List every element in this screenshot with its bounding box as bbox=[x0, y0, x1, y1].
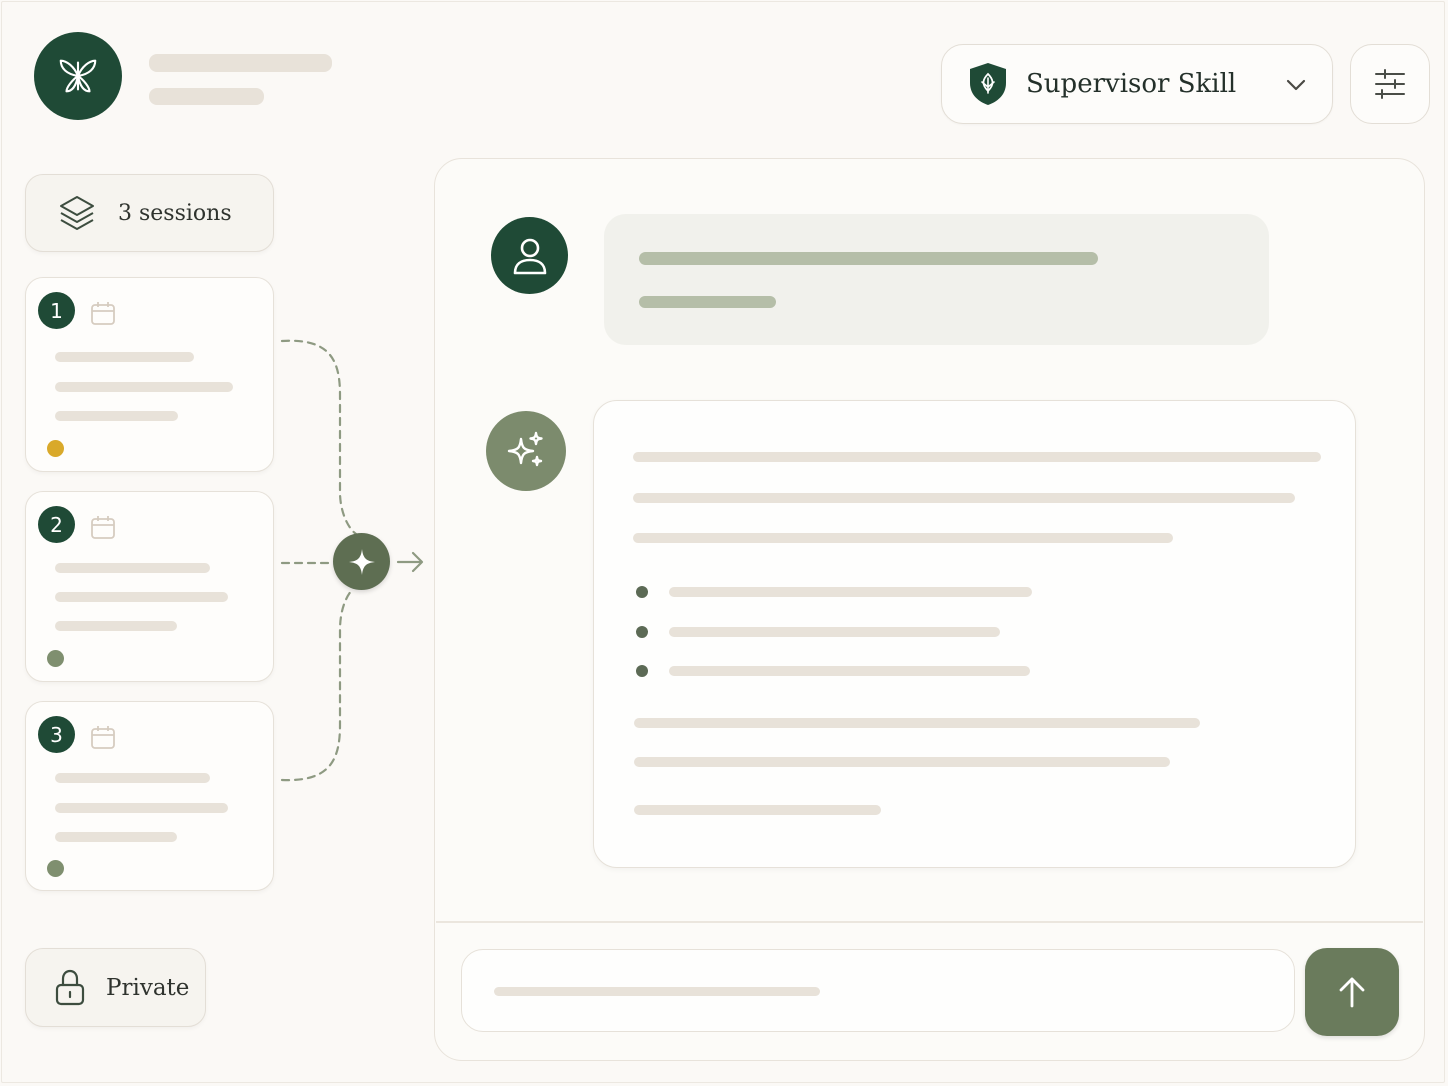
session-number-badge: 3 bbox=[38, 716, 75, 753]
calendar-icon bbox=[91, 726, 115, 749]
skill-select-label: Supervisor Skill bbox=[1026, 69, 1237, 99]
user-avatar bbox=[491, 217, 568, 294]
text-placeholder bbox=[55, 832, 177, 842]
sessions-summary[interactable]: 3 sessions bbox=[25, 174, 274, 252]
list-item-placeholder bbox=[669, 627, 1000, 637]
text-placeholder bbox=[55, 592, 228, 602]
assistant-message-bubble bbox=[593, 400, 1356, 868]
privacy-label: Private bbox=[106, 974, 190, 1001]
input-placeholder bbox=[494, 987, 820, 996]
session-card-1[interactable]: 1 bbox=[25, 277, 274, 472]
subtitle-placeholder bbox=[149, 88, 264, 105]
sparkles-icon bbox=[507, 431, 543, 467]
assistant-avatar bbox=[486, 411, 566, 491]
list-bullet bbox=[636, 665, 648, 677]
text-placeholder bbox=[55, 563, 210, 573]
message-text-placeholder bbox=[634, 805, 881, 815]
shield-icon bbox=[970, 63, 1006, 105]
title-placeholder bbox=[149, 54, 332, 72]
send-button[interactable] bbox=[1305, 948, 1399, 1036]
privacy-toggle[interactable]: Private bbox=[25, 948, 206, 1027]
list-bullet bbox=[636, 626, 648, 638]
sessions-count-label: 3 sessions bbox=[118, 200, 232, 226]
layers-icon bbox=[60, 196, 94, 230]
text-placeholder bbox=[55, 411, 178, 421]
lock-icon bbox=[55, 969, 85, 1005]
arrow-up-icon bbox=[1339, 977, 1365, 1008]
status-dot bbox=[47, 440, 64, 457]
composer-divider bbox=[436, 921, 1423, 923]
user-message-bubble bbox=[604, 214, 1269, 345]
session-card-2[interactable]: 2 bbox=[25, 491, 274, 682]
session-number-badge: 2 bbox=[38, 506, 75, 543]
settings-button[interactable] bbox=[1350, 44, 1430, 124]
text-placeholder bbox=[55, 352, 194, 362]
list-item-placeholder bbox=[669, 587, 1032, 597]
message-text-placeholder bbox=[633, 493, 1295, 503]
status-dot bbox=[47, 650, 64, 667]
text-placeholder bbox=[55, 773, 210, 783]
message-text-placeholder bbox=[634, 718, 1200, 728]
butterfly-icon bbox=[59, 59, 97, 93]
calendar-icon bbox=[91, 516, 115, 539]
text-placeholder bbox=[55, 803, 228, 813]
list-bullet bbox=[636, 586, 648, 598]
message-text-placeholder bbox=[639, 296, 776, 308]
message-text-placeholder bbox=[633, 533, 1173, 543]
skill-select[interactable]: Supervisor Skill bbox=[941, 44, 1333, 124]
user-icon bbox=[513, 238, 546, 274]
message-text-placeholder bbox=[639, 252, 1098, 265]
app-logo bbox=[34, 32, 122, 120]
text-placeholder bbox=[55, 382, 233, 392]
chevron-down-icon bbox=[1286, 79, 1306, 91]
merge-node bbox=[333, 533, 390, 590]
message-text-placeholder bbox=[634, 757, 1170, 767]
message-text-placeholder bbox=[633, 452, 1321, 462]
session-number-badge: 1 bbox=[38, 292, 75, 329]
text-placeholder bbox=[55, 621, 177, 631]
calendar-icon bbox=[91, 302, 115, 325]
list-item-placeholder bbox=[669, 666, 1030, 676]
status-dot bbox=[47, 860, 64, 877]
sliders-icon bbox=[1375, 69, 1405, 99]
sparkle-icon bbox=[348, 548, 375, 575]
session-card-3[interactable]: 3 bbox=[25, 701, 274, 891]
message-input[interactable] bbox=[461, 949, 1295, 1032]
